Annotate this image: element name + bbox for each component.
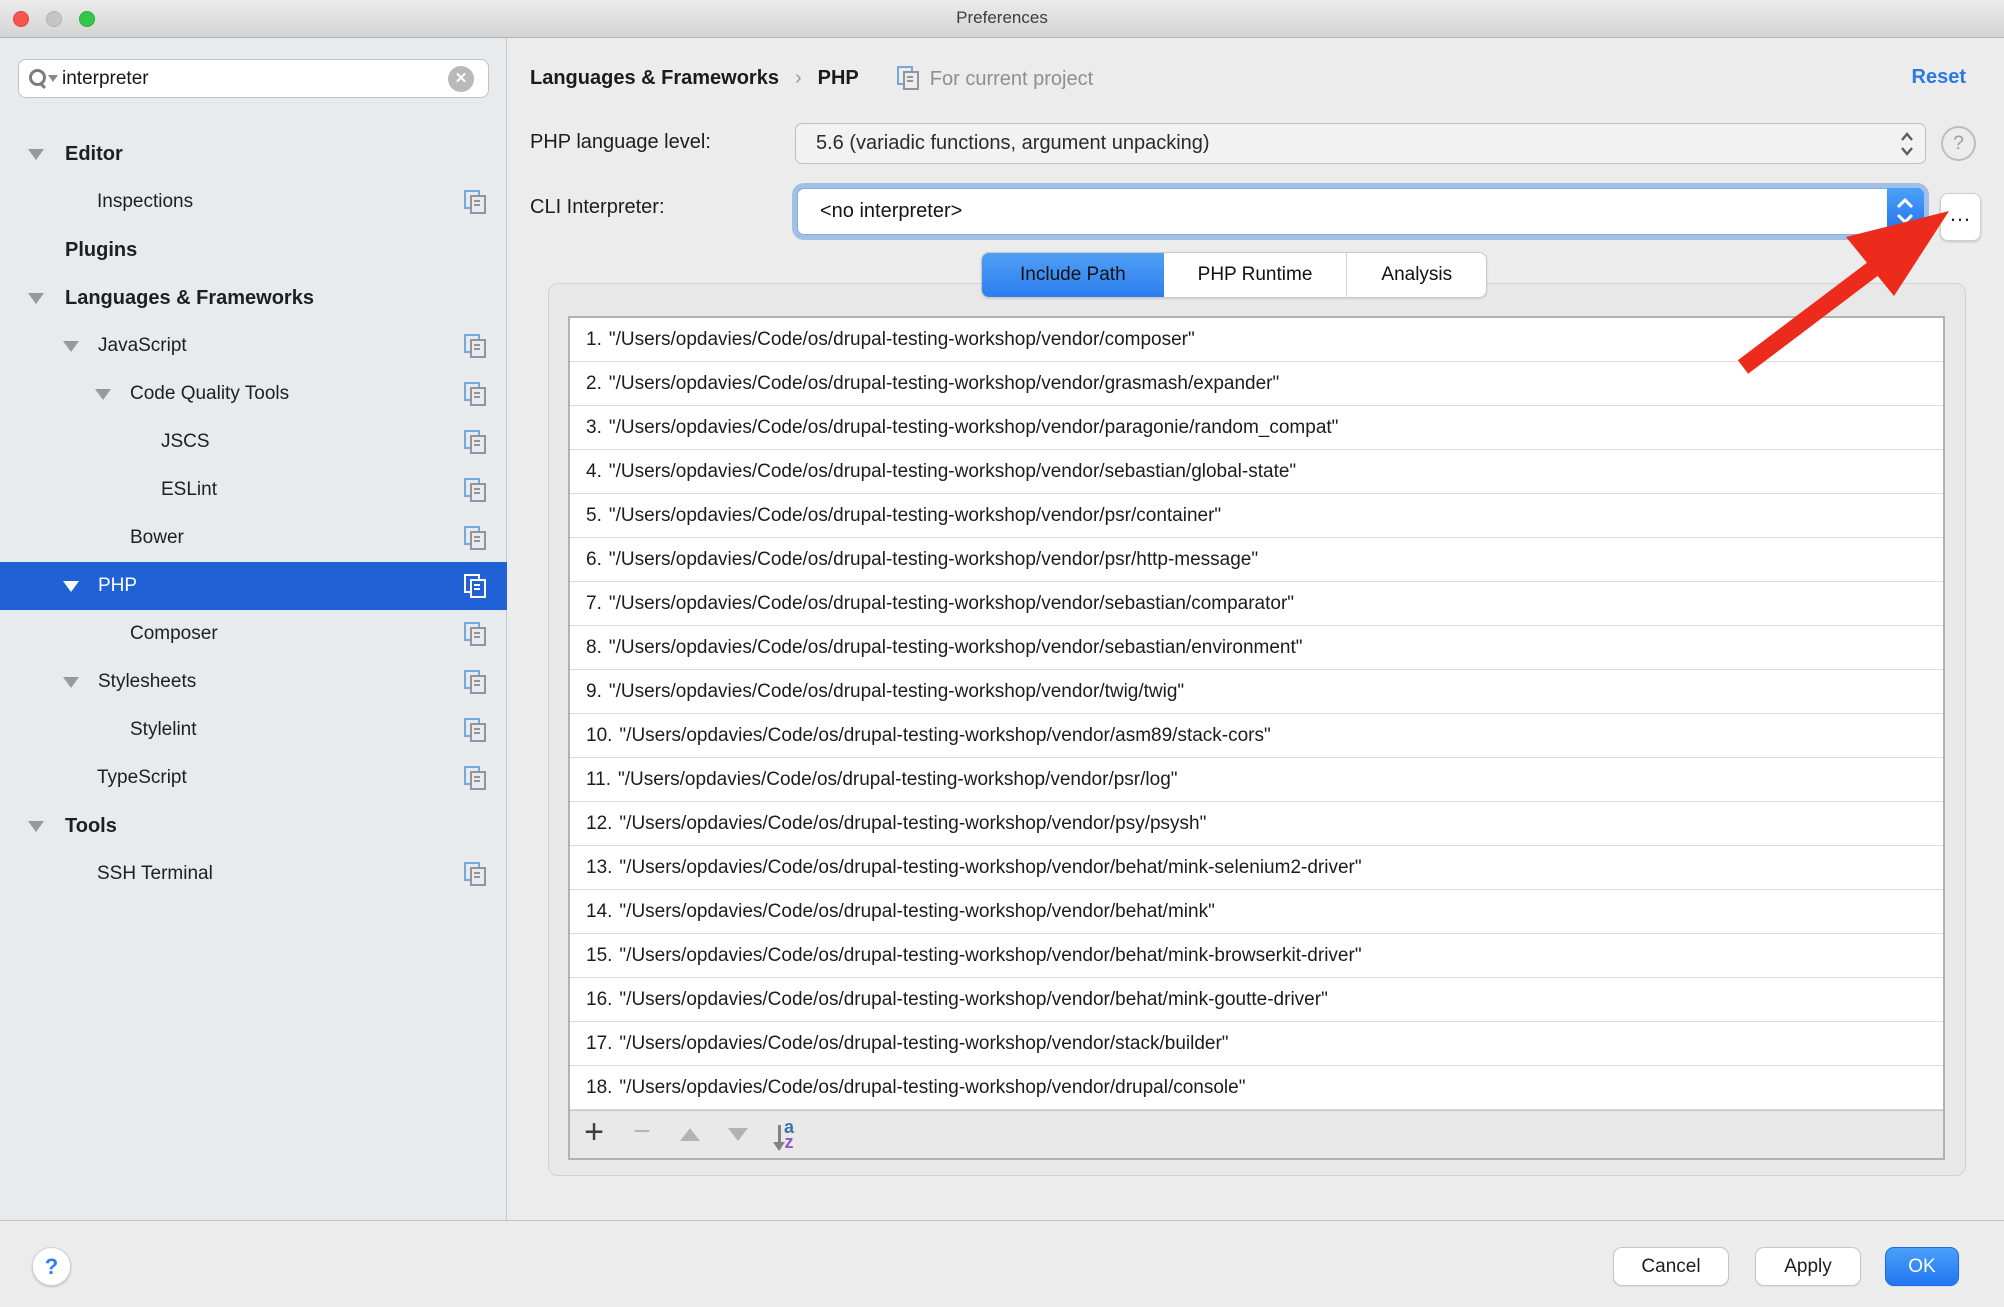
title-bar: Preferences [0, 0, 2004, 38]
include-path-row[interactable]: 2."/Users/opdavies/Code/os/drupal-testin… [570, 362, 1943, 406]
php-settings-tabs: Include Path PHP Runtime Analysis [981, 252, 1487, 298]
sidebar-item-tools[interactable]: Tools [0, 802, 507, 850]
scope-label: For current project [897, 66, 1093, 91]
sidebar-item-stylelint[interactable]: Stylelint [0, 706, 507, 754]
include-path-row[interactable]: 10."/Users/opdavies/Code/os/drupal-testi… [570, 714, 1943, 758]
chevron-down-icon[interactable] [63, 677, 79, 688]
sidebar-item-typescript[interactable]: TypeScript [0, 754, 507, 802]
sidebar-item-jscs[interactable]: JSCS [0, 418, 507, 466]
move-down-icon[interactable] [714, 1111, 762, 1158]
sidebar-item-plugins[interactable]: Plugins [0, 226, 507, 274]
include-path-row[interactable]: 1."/Users/opdavies/Code/os/drupal-testin… [570, 318, 1943, 362]
include-path-row[interactable]: 5."/Users/opdavies/Code/os/drupal-testin… [570, 494, 1943, 538]
sidebar-item-stylesheets[interactable]: Stylesheets [0, 658, 507, 706]
sidebar-item-composer[interactable]: Composer [0, 610, 507, 658]
sidebar-item-bower[interactable]: Bower [0, 514, 507, 562]
include-path-row[interactable]: 8."/Users/opdavies/Code/os/drupal-testin… [570, 626, 1943, 670]
breadcrumb-php: PHP [818, 67, 859, 90]
chevron-down-icon[interactable] [63, 341, 79, 352]
project-settings-icon [464, 526, 487, 549]
tab-include-path[interactable]: Include Path [982, 253, 1164, 297]
chevron-down-icon[interactable] [28, 821, 44, 832]
project-settings-icon [464, 382, 487, 405]
project-settings-icon [464, 670, 487, 693]
chevron-down-icon[interactable] [28, 293, 44, 304]
ok-button[interactable]: OK [1885, 1247, 1959, 1286]
sidebar-item-javascript[interactable]: JavaScript [0, 322, 507, 370]
cancel-button[interactable]: Cancel [1613, 1247, 1729, 1286]
window-title: Preferences [0, 8, 2004, 28]
include-path-row[interactable]: 7."/Users/opdavies/Code/os/drupal-testin… [570, 582, 1943, 626]
chevron-down-icon[interactable] [63, 581, 79, 592]
include-path-row[interactable]: 18."/Users/opdavies/Code/os/drupal-testi… [570, 1066, 1943, 1110]
preferences-window: { "window": { "title": "Preferences" }, … [0, 0, 2004, 1307]
include-path-row[interactable]: 16."/Users/opdavies/Code/os/drupal-testi… [570, 978, 1943, 1022]
settings-sidebar: ✕ Editor Inspections Plugins Languages &… [0, 38, 507, 1220]
language-level-label: PHP language level: [530, 131, 711, 154]
move-up-icon[interactable] [666, 1111, 714, 1158]
tab-php-runtime[interactable]: PHP Runtime [1164, 253, 1347, 297]
include-path-list: 1."/Users/opdavies/Code/os/drupal-testin… [568, 316, 1945, 1160]
include-path-row[interactable]: 9."/Users/opdavies/Code/os/drupal-testin… [570, 670, 1943, 714]
project-settings-icon [464, 718, 487, 741]
help-button[interactable]: ? [32, 1247, 71, 1286]
include-path-row[interactable]: 13."/Users/opdavies/Code/os/drupal-testi… [570, 846, 1943, 890]
add-icon[interactable]: + [570, 1111, 618, 1158]
project-settings-icon [464, 862, 487, 885]
search-icon [28, 68, 58, 90]
project-settings-icon [464, 766, 487, 789]
remove-icon[interactable]: − [618, 1111, 666, 1158]
apply-button[interactable]: Apply [1755, 1247, 1861, 1286]
breadcrumb: Languages & Frameworks › PHP For current… [530, 66, 1093, 91]
project-settings-icon [464, 190, 487, 213]
clear-search-icon[interactable]: ✕ [448, 66, 474, 92]
stepper-icon[interactable] [1887, 188, 1924, 235]
sidebar-item-inspections[interactable]: Inspections [0, 178, 507, 226]
project-settings-icon [897, 66, 920, 89]
include-path-row[interactable]: 14."/Users/opdavies/Code/os/drupal-testi… [570, 890, 1943, 934]
sidebar-item-php[interactable]: PHP [0, 562, 507, 610]
project-settings-icon [464, 574, 487, 597]
include-path-row[interactable]: 6."/Users/opdavies/Code/os/drupal-testin… [570, 538, 1943, 582]
settings-tree: Editor Inspections Plugins Languages & F… [0, 130, 507, 898]
browse-interpreters-button[interactable]: … [1940, 193, 1981, 241]
list-toolbar: + − az [570, 1110, 1943, 1158]
language-level-select[interactable]: 5.6 (variadic functions, argument unpack… [795, 123, 1926, 164]
breadcrumb-languages-frameworks[interactable]: Languages & Frameworks [530, 67, 779, 90]
search-input[interactable] [58, 68, 448, 90]
help-icon[interactable]: ? [1941, 126, 1976, 161]
project-settings-icon [464, 478, 487, 501]
tab-analysis[interactable]: Analysis [1346, 253, 1486, 297]
include-path-row[interactable]: 4."/Users/opdavies/Code/os/drupal-testin… [570, 450, 1943, 494]
cli-interpreter-label: CLI Interpreter: [530, 196, 665, 219]
sidebar-item-code-quality-tools[interactable]: Code Quality Tools [0, 370, 507, 418]
project-settings-icon [464, 334, 487, 357]
project-settings-icon [464, 430, 487, 453]
include-path-row[interactable]: 11."/Users/opdavies/Code/os/drupal-testi… [570, 758, 1943, 802]
include-path-row[interactable]: 3."/Users/opdavies/Code/os/drupal-testin… [570, 406, 1943, 450]
sidebar-item-editor[interactable]: Editor [0, 130, 507, 178]
chevron-down-icon[interactable] [28, 149, 44, 160]
footer-bar: ? Cancel Apply OK [0, 1220, 2004, 1307]
include-path-row[interactable]: 17."/Users/opdavies/Code/os/drupal-testi… [570, 1022, 1943, 1066]
chevron-down-icon[interactable] [95, 389, 111, 400]
stepper-icon[interactable] [1899, 130, 1915, 163]
project-settings-icon [464, 622, 487, 645]
breadcrumb-separator: › [795, 67, 802, 90]
sidebar-item-languages-frameworks[interactable]: Languages & Frameworks [0, 274, 507, 322]
sort-alpha-icon[interactable]: az [762, 1111, 810, 1158]
include-path-row[interactable]: 12."/Users/opdavies/Code/os/drupal-testi… [570, 802, 1943, 846]
cli-interpreter-select[interactable]: <no interpreter> [797, 188, 1924, 235]
reset-link[interactable]: Reset [1912, 66, 1966, 89]
settings-search-box[interactable]: ✕ [18, 59, 489, 98]
search-options-chevron-icon[interactable] [48, 75, 58, 82]
sidebar-item-eslint[interactable]: ESLint [0, 466, 507, 514]
sidebar-item-ssh-terminal[interactable]: SSH Terminal [0, 850, 507, 898]
include-path-row[interactable]: 15."/Users/opdavies/Code/os/drupal-testi… [570, 934, 1943, 978]
